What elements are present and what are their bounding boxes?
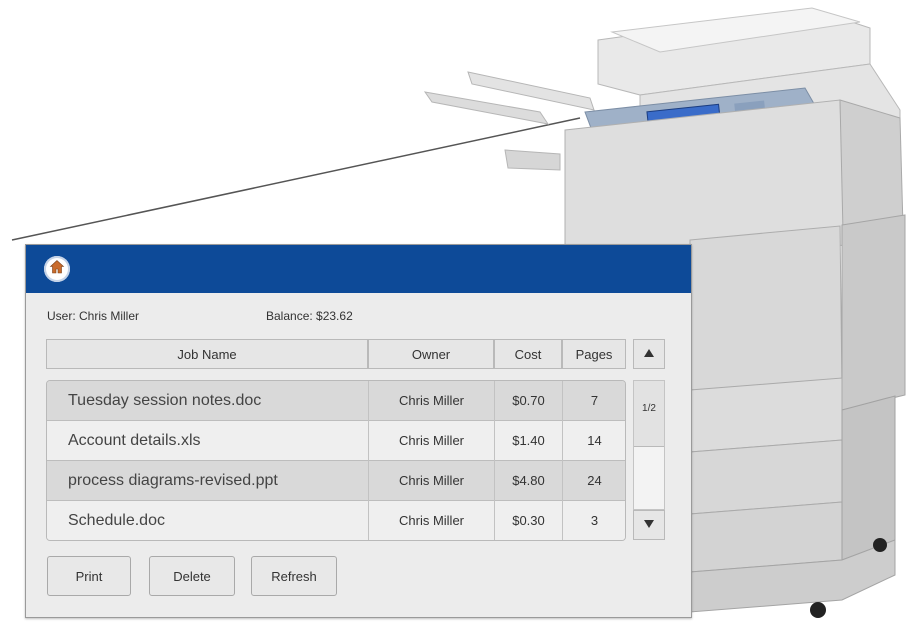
page-indicator[interactable]: 1/2 <box>634 381 664 447</box>
arrow-down-icon <box>643 516 655 534</box>
scrollbar[interactable]: 1/2 <box>633 339 665 540</box>
header-job-name[interactable]: Job Name <box>46 339 368 369</box>
job-name-cell: Account details.xls <box>47 421 369 461</box>
cost-cell: $0.30 <box>495 501 563 540</box>
print-release-panel: User: Chris Miller Balance: $23.62 Job N… <box>25 244 692 618</box>
user-label: User: Chris Miller <box>47 309 140 323</box>
home-icon <box>49 259 65 280</box>
table-row[interactable]: Schedule.doc Chris Miller $0.30 3 <box>47 501 625 540</box>
job-list: Tuesday session notes.doc Chris Miller $… <box>46 380 626 541</box>
pages-cell: 24 <box>587 473 602 488</box>
header-cost[interactable]: Cost <box>494 339 562 369</box>
job-name-cell: Tuesday session notes.doc <box>47 381 369 421</box>
pages-cell: 7 <box>590 393 599 408</box>
owner-cell: Chris Miller <box>369 501 495 540</box>
job-name-cell: process diagrams-revised.ppt <box>47 461 369 501</box>
print-button[interactable]: Print <box>47 556 131 596</box>
scroll-track[interactable]: 1/2 <box>633 380 665 510</box>
arrow-up-icon <box>643 345 655 363</box>
job-name-cell: Schedule.doc <box>47 501 369 540</box>
table-row[interactable]: Account details.xls Chris Miller $1.40 1… <box>47 421 625 461</box>
home-button[interactable] <box>44 256 70 282</box>
balance-label: Balance: $23.62 <box>266 309 353 323</box>
owner-cell: Chris Miller <box>369 381 495 421</box>
scroll-up-button[interactable] <box>633 339 665 369</box>
pages-cell: 3 <box>590 513 599 528</box>
cost-cell: $1.40 <box>495 421 563 461</box>
owner-cell: Chris Miller <box>369 461 495 501</box>
cost-cell: $0.70 <box>495 381 563 421</box>
scroll-down-button[interactable] <box>633 510 665 540</box>
cost-cell: $4.80 <box>495 461 563 501</box>
table-row[interactable]: process diagrams-revised.ppt Chris Mille… <box>47 461 625 501</box>
pages-cell: 14 <box>587 433 602 448</box>
header-pages[interactable]: Pages <box>562 339 626 369</box>
refresh-button[interactable]: Refresh <box>251 556 337 596</box>
title-bar <box>26 245 691 293</box>
header-owner[interactable]: Owner <box>368 339 494 369</box>
table-row[interactable]: Tuesday session notes.doc Chris Miller $… <box>47 381 625 421</box>
delete-button[interactable]: Delete <box>149 556 235 596</box>
owner-cell: Chris Miller <box>369 421 495 461</box>
